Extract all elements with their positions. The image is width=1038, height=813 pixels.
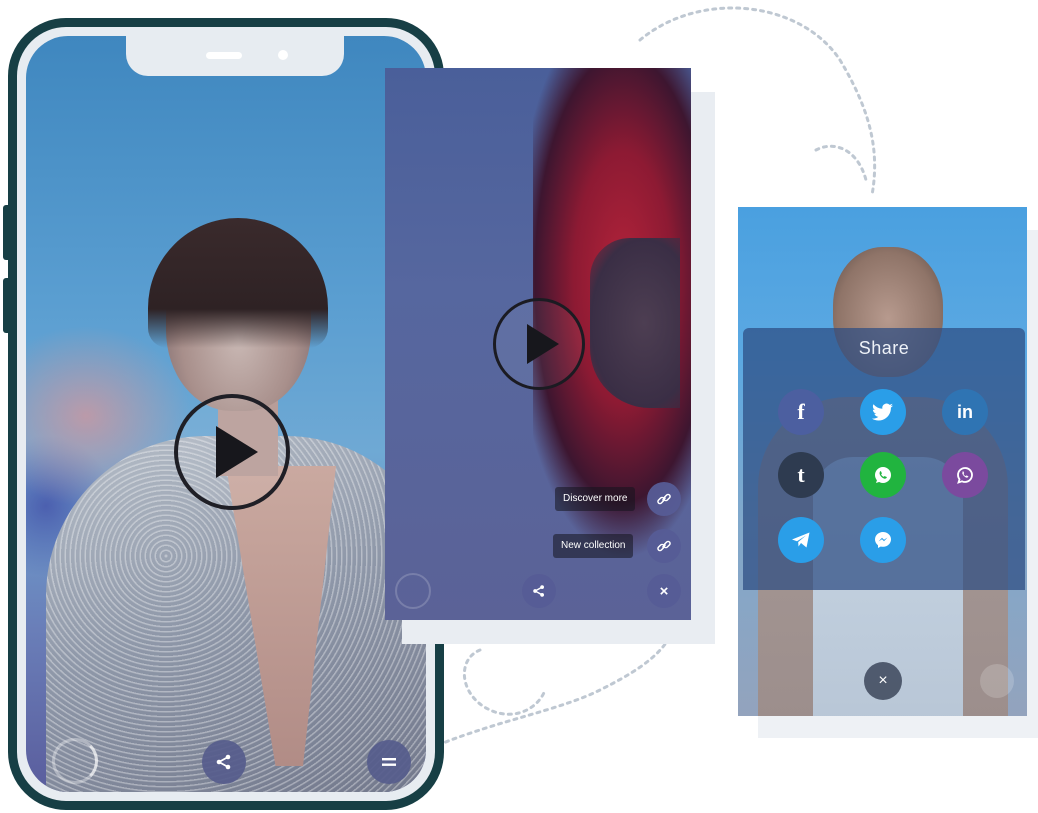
phone-frame [8,18,444,810]
share-button[interactable] [522,574,556,608]
loading-spinner [395,573,431,609]
linkedin-share-button[interactable]: in [942,389,988,435]
linkedin-icon: in [957,401,973,422]
phone-camera [278,50,288,60]
facebook-icon: f [797,399,805,424]
close-button[interactable]: × [864,662,902,700]
discover-more-label[interactable]: Discover more [555,487,636,511]
share-sheet-screen: Share f in t × [738,207,1027,716]
telegram-icon [792,532,810,548]
telegram-share-button[interactable] [778,517,824,563]
phone-speaker [206,52,242,59]
share-panel: Share f in t [743,328,1025,590]
facebook-share-button[interactable]: f [778,389,824,435]
menu-icon [382,758,396,766]
menu-button[interactable] [367,740,411,784]
whatsapp-icon [875,467,891,483]
play-button[interactable] [174,394,290,510]
new-collection-link-button[interactable] [647,529,681,563]
viber-share-button[interactable] [942,452,988,498]
close-button[interactable]: × [647,574,681,608]
loading-spinner [52,738,98,784]
share-title: Share [858,338,910,358]
twitter-share-button[interactable] [860,389,906,435]
phone-video-screen [26,36,426,792]
share-icon [533,585,544,597]
twitter-icon [872,403,893,421]
viber-icon [957,467,973,484]
tumblr-icon: t [797,462,805,487]
messenger-icon [875,532,891,548]
play-icon [216,426,258,478]
share-icon [216,754,231,770]
share-button[interactable] [202,740,246,784]
dim-control-dot [980,664,1014,698]
close-icon: × [659,582,669,600]
messenger-share-button[interactable] [860,517,906,563]
play-icon [527,324,559,364]
tumblr-share-button[interactable]: t [778,452,824,498]
link-icon [657,540,671,552]
video-options-screen: Discover more New collection × [385,68,691,620]
discover-more-link-button[interactable] [647,482,681,516]
phone-notch [126,36,344,76]
link-icon [657,493,671,505]
close-icon: × [878,672,888,689]
video-model-figure [148,218,328,348]
play-button[interactable] [493,298,585,390]
new-collection-label[interactable]: New collection [553,534,634,558]
whatsapp-share-button[interactable] [860,452,906,498]
video-model-figure [590,238,680,408]
